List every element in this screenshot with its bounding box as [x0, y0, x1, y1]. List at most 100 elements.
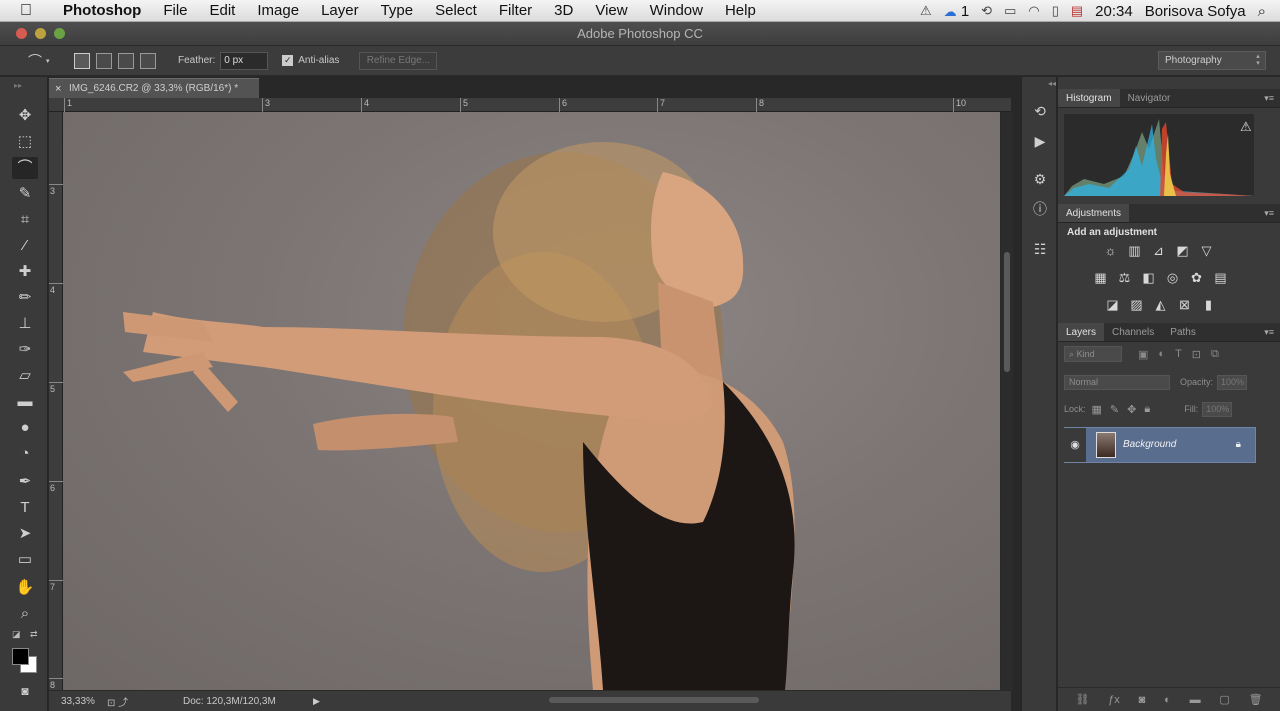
crop-tool-icon[interactable]: ⌗ — [12, 209, 38, 231]
time-machine-icon[interactable]: ⟲ — [981, 3, 992, 19]
properties-panel-icon[interactable]: ⚙ — [1030, 169, 1050, 189]
status-menu-arrow-icon[interactable]: ▶ — [313, 696, 320, 707]
delete-layer-icon[interactable]: 🗑︎ — [1249, 693, 1263, 706]
display-icon[interactable]: ▭ — [1004, 3, 1016, 19]
tab-paths[interactable]: Paths — [1162, 323, 1204, 341]
blend-mode-select[interactable]: Normal — [1064, 374, 1170, 390]
workspace-switcher[interactable]: Photography — [1158, 51, 1266, 70]
intersect-selection-icon[interactable] — [140, 52, 156, 69]
adjustment-layer-filter-icon[interactable]: ◐ — [1158, 348, 1165, 361]
clone-stamp-tool-icon[interactable]: ⊥ — [12, 313, 38, 335]
zoom-level[interactable]: 33,33% — [49, 696, 107, 707]
menu-3d[interactable]: 3D — [543, 0, 584, 22]
layer-row-background[interactable]: ◉ Background 🔒︎ — [1064, 427, 1256, 463]
black-white-icon[interactable]: ◧ — [1140, 269, 1157, 286]
opacity-input[interactable]: 100% — [1217, 374, 1248, 390]
view-mode-icon[interactable]: ⊡ — [107, 698, 115, 709]
panel-grip-icon[interactable]: ◂◂ — [1048, 79, 1056, 88]
feather-input[interactable]: 0 px — [220, 51, 269, 70]
foreground-color-swatch[interactable] — [12, 648, 29, 665]
spotlight-icon[interactable]: ⌕ — [1258, 3, 1266, 20]
default-colors-icon[interactable]: ◪ — [12, 629, 21, 640]
color-lookup-icon[interactable]: ▤ — [1212, 269, 1229, 286]
document-tab[interactable]: × IMG_6246.CR2 @ 33,3% (RGB/16*) * — [49, 78, 259, 98]
user-name[interactable]: Borisova Sofya — [1145, 3, 1246, 20]
pixel-layer-filter-icon[interactable]: ▣ — [1138, 348, 1148, 361]
lock-image-icon[interactable]: ✎ — [1110, 403, 1119, 416]
panel-menu-icon[interactable]: ▾≡ — [1264, 204, 1274, 223]
brush-tool-icon[interactable]: ✏ — [12, 287, 38, 309]
zoom-tool-icon[interactable]: ⌕ — [12, 603, 38, 625]
menu-filter[interactable]: Filter — [488, 0, 543, 22]
selective-color-icon[interactable]: ⊠ — [1176, 296, 1193, 313]
antialias-checkbox[interactable]: ✓ — [282, 55, 294, 66]
swap-colors-icon[interactable]: ⇄ — [30, 629, 38, 640]
actions-panel-icon[interactable]: ▶ — [1030, 131, 1050, 151]
battery-icon[interactable]: ▯ — [1052, 3, 1059, 19]
vertical-scrollbar[interactable] — [1001, 112, 1013, 690]
tab-channels[interactable]: Channels — [1104, 323, 1162, 341]
gradient-tool-icon[interactable]: ▬ — [12, 391, 38, 413]
history-panel-icon[interactable]: ⟲ — [1030, 101, 1050, 121]
us-flag-icon[interactable]: ▤ — [1071, 3, 1083, 19]
vertical-scroll-thumb[interactable] — [1004, 252, 1010, 372]
apple-icon[interactable]:  — [0, 2, 52, 20]
quick-mask-icon[interactable]: ◙ — [12, 680, 38, 702]
move-tool-icon[interactable]: ✥ — [12, 105, 38, 127]
marquee-tool-icon[interactable]: ⬚ — [12, 131, 38, 153]
horizontal-ruler[interactable]: 1 3 4 5 6 7 8 10 — [49, 98, 1011, 112]
menu-type[interactable]: Type — [370, 0, 425, 22]
add-mask-icon[interactable]: ◙ — [1139, 694, 1146, 706]
wifi-icon[interactable]: ◠ — [1028, 3, 1039, 19]
shape-layer-filter-icon[interactable]: ⊡ — [1192, 348, 1201, 361]
photo-filter-icon[interactable]: ◎ — [1164, 269, 1181, 286]
type-layer-filter-icon[interactable]: T — [1175, 348, 1182, 361]
fill-input[interactable]: 100% — [1202, 401, 1233, 417]
menu-view[interactable]: View — [584, 0, 638, 22]
new-layer-icon[interactable]: ▢ — [1219, 693, 1229, 706]
gradient-map-icon[interactable]: ▮ — [1200, 296, 1217, 313]
path-selection-tool-icon[interactable]: ➤ — [12, 523, 38, 545]
vibrance-icon[interactable]: ▽ — [1198, 242, 1215, 259]
panel-grip-icon[interactable]: ▸▸ — [14, 81, 22, 90]
invert-icon[interactable]: ◪ — [1104, 296, 1121, 313]
tab-histogram[interactable]: Histogram — [1058, 89, 1120, 107]
lasso-tool-preset-picker[interactable]: ⌒ ▾ — [0, 50, 62, 72]
layer-filter-kind-select[interactable]: ⌕ Kind — [1064, 346, 1122, 362]
menu-help[interactable]: Help — [714, 0, 767, 22]
menu-window[interactable]: Window — [639, 0, 714, 22]
dodge-tool-icon[interactable]: ◔ — [12, 443, 38, 465]
clock[interactable]: 20:34 — [1095, 3, 1133, 20]
posterize-icon[interactable]: ▨ — [1128, 296, 1145, 313]
warning-icon[interactable]: ⚠ — [1240, 119, 1256, 135]
brightness-contrast-icon[interactable]: ☼ — [1102, 242, 1119, 259]
menu-select[interactable]: Select — [424, 0, 488, 22]
curves-icon[interactable]: ⊿ — [1150, 242, 1167, 259]
menu-image[interactable]: Image — [246, 0, 310, 22]
channel-mixer-icon[interactable]: ✿ — [1188, 269, 1205, 286]
visibility-eye-icon[interactable]: ◉ — [1064, 428, 1086, 462]
eyedropper-tool-icon[interactable]: ⁄ — [12, 235, 38, 257]
rectangle-tool-icon[interactable]: ▭ — [12, 549, 38, 571]
antialias-option[interactable]: ✓ Anti-alias — [282, 55, 339, 66]
blur-tool-icon[interactable]: ● — [12, 417, 38, 439]
lock-position-icon[interactable]: ✥ — [1127, 403, 1136, 416]
creative-cloud-status[interactable]: ☁ 1 — [944, 3, 970, 20]
hue-saturation-icon[interactable]: ▦ — [1092, 269, 1109, 286]
lock-all-icon[interactable]: 🔒︎ — [1144, 403, 1150, 416]
smart-object-filter-icon[interactable]: ⧉ — [1211, 348, 1219, 361]
healing-brush-tool-icon[interactable]: ✚ — [12, 261, 38, 283]
tab-adjustments[interactable]: Adjustments — [1058, 204, 1130, 222]
type-tool-icon[interactable]: T — [12, 497, 38, 519]
hand-tool-icon[interactable]: ✋ — [12, 577, 38, 599]
eraser-tool-icon[interactable]: ▱ — [12, 365, 38, 387]
lasso-tool-icon[interactable]: ⌒ — [12, 157, 38, 179]
tab-navigator[interactable]: Navigator — [1120, 89, 1179, 107]
vertical-ruler[interactable]: 3 4 5 6 7 8 — [49, 112, 63, 690]
new-selection-icon[interactable] — [74, 52, 90, 69]
color-balance-icon[interactable]: ⚖ — [1116, 269, 1133, 286]
levels-icon[interactable]: ▥ — [1126, 242, 1143, 259]
quick-selection-tool-icon[interactable]: ✎ — [12, 183, 38, 205]
menu-file[interactable]: File — [152, 0, 198, 22]
share-icon[interactable]: ⤴ — [118, 698, 128, 709]
